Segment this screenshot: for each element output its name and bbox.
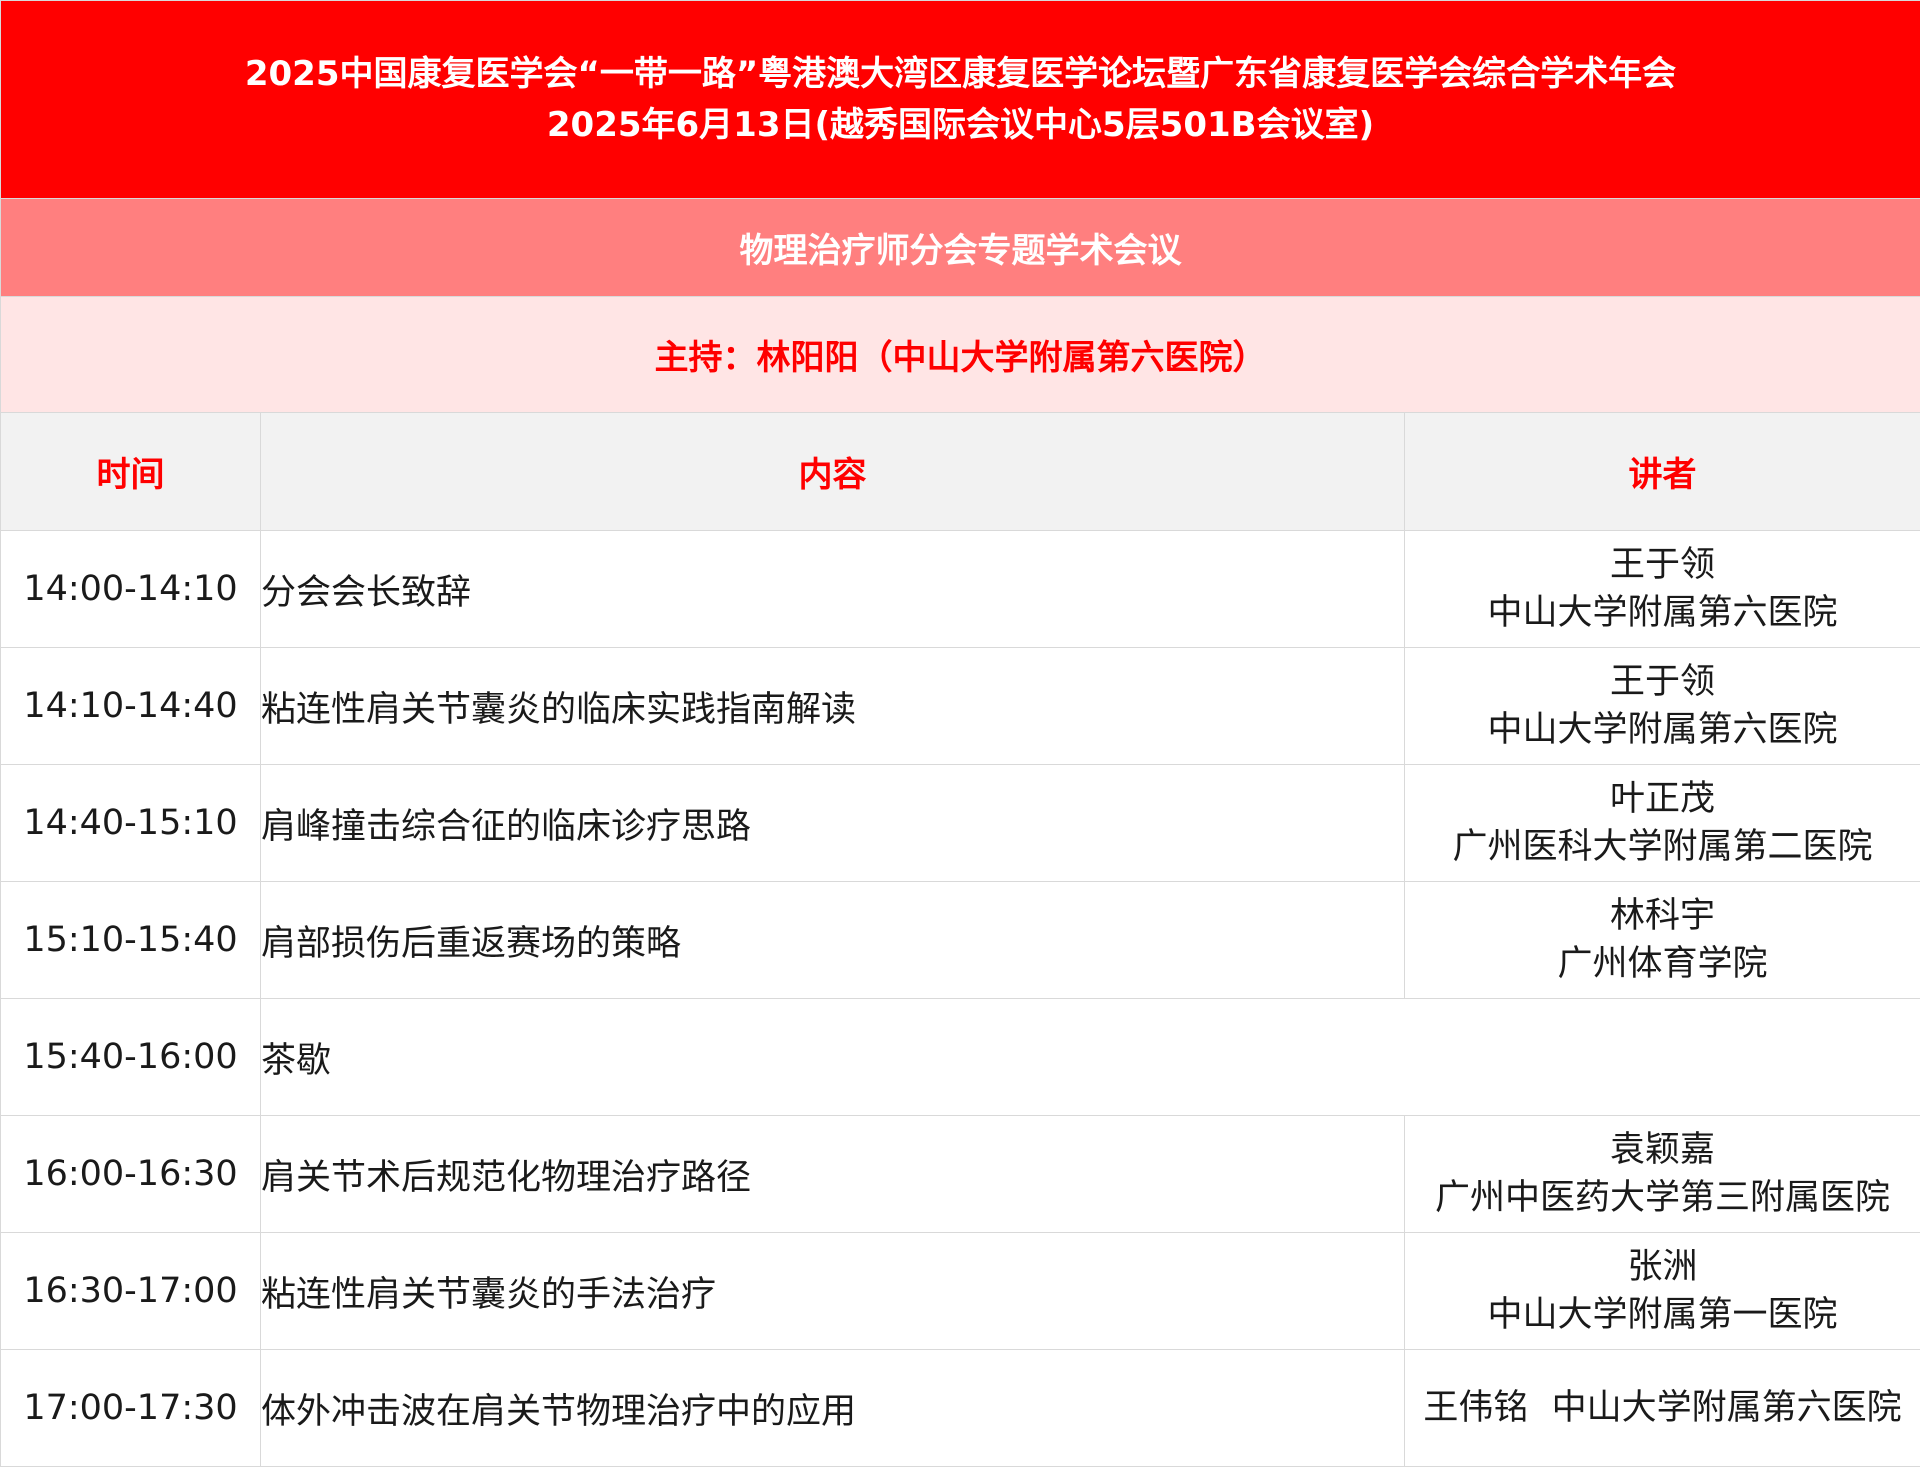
speaker-cell: 王于领 中山大学附属第六医院 [1403, 647, 1920, 765]
title-row: 2025中国康复医学会“一带一路”粤港澳大湾区康复医学论坛暨广东省康复医学会综合… [0, 0, 1920, 199]
time-cell: 16:30-17:00 [0, 1232, 261, 1350]
speaker-organization: 中山大学附属第六医院 [1551, 1388, 1902, 1428]
speaker-name: 王伟铭 [1423, 1388, 1529, 1428]
speaker-organization: 中山大学附属第六医院 [1487, 593, 1838, 633]
topic-cell: 分会会长致辞 [260, 530, 1405, 648]
topic-cell: 肩关节术后规范化物理治疗路径 [260, 1115, 1405, 1233]
table-row: 14:00-14:10 分会会长致辞 王于领 中山大学附属第六医院 [0, 530, 1920, 648]
title-line-1: 2025中国康复医学会“一带一路”粤港澳大湾区康复医学论坛暨广东省康复医学会综合… [244, 53, 1677, 94]
topic-cell: 肩部损伤后重返赛场的策略 [260, 881, 1405, 999]
column-header-speaker: 讲者 [1403, 412, 1920, 531]
column-header-row: 时间 内容 讲者 [0, 412, 1920, 531]
session-row: 物理治疗师分会专题学术会议 [0, 198, 1920, 297]
speaker-organization: 中山大学附属第六医院 [1487, 710, 1838, 750]
time-cell: 14:40-15:10 [0, 764, 261, 882]
speaker-name: 林科宇 [1610, 896, 1716, 936]
speaker-cell: 张洲 中山大学附属第一医院 [1403, 1232, 1920, 1350]
speaker-organization: 广州体育学院 [1557, 944, 1768, 984]
title-line-2: 2025年6月13日(越秀国际会议中心5层501B会议室) [546, 104, 1375, 145]
speaker-cell: 王伟铭 中山大学附属第六医院 [1403, 1349, 1920, 1467]
topic-cell: 粘连性肩关节囊炎的手法治疗 [260, 1232, 1405, 1350]
speaker-name: 袁颖嘉 [1610, 1130, 1716, 1170]
table-row: 15:10-15:40 肩部损伤后重返赛场的策略 林科宇 广州体育学院 [0, 881, 1920, 999]
time-cell: 17:00-17:30 [0, 1349, 261, 1467]
speaker-cell: 林科宇 广州体育学院 [1403, 881, 1920, 999]
agenda-sheet: 2025中国康复医学会“一带一路”粤港澳大湾区康复医学论坛暨广东省康复医学会综合… [0, 0, 1920, 1476]
topic-cell: 肩峰撞击综合征的临床诊疗思路 [260, 764, 1405, 882]
host-row: 主持：林阳阳（中山大学附属第六医院） [0, 296, 1920, 413]
speaker-organization: 广州中医药大学第三附属医院 [1435, 1178, 1891, 1218]
topic-cell: 粘连性肩关节囊炎的临床实践指南解读 [260, 647, 1405, 765]
time-cell: 15:10-15:40 [0, 881, 261, 999]
speaker-name: 王于领 [1610, 545, 1716, 585]
table-row: 14:10-14:40 粘连性肩关节囊炎的临床实践指南解读 王于领 中山大学附属… [0, 647, 1920, 765]
table-row-break: 15:40-16:00 茶歇 [0, 998, 1920, 1116]
speaker-name: 叶正茂 [1610, 779, 1716, 819]
time-cell: 14:00-14:10 [0, 530, 261, 648]
speaker-cell: 王于领 中山大学附属第六医院 [1403, 530, 1920, 648]
time-cell: 16:00-16:30 [0, 1115, 261, 1233]
speaker-cell: 袁颖嘉 广州中医药大学第三附属医院 [1403, 1115, 1920, 1233]
table-row: 16:00-16:30 肩关节术后规范化物理治疗路径 袁颖嘉 广州中医药大学第三… [0, 1115, 1920, 1233]
speaker-name: 张洲 [1627, 1247, 1698, 1287]
table-row: 17:00-17:30 体外冲击波在肩关节物理治疗中的应用 王伟铭 中山大学附属… [0, 1349, 1920, 1467]
session-name: 物理治疗师分会专题学术会议 [0, 198, 1920, 297]
session-host: 主持：林阳阳（中山大学附属第六医院） [0, 296, 1920, 413]
page-title: 2025中国康复医学会“一带一路”粤港澳大湾区康复医学论坛暨广东省康复医学会综合… [0, 0, 1920, 199]
agenda-table: 2025中国康复医学会“一带一路”粤港澳大湾区康复医学论坛暨广东省康复医学会综合… [0, 0, 1920, 1467]
topic-cell: 体外冲击波在肩关节物理治疗中的应用 [260, 1349, 1405, 1467]
column-header-time: 时间 [0, 412, 261, 531]
speaker-organization: 中山大学附属第一医院 [1487, 1295, 1838, 1335]
topic-cell: 茶歇 [259, 998, 1920, 1116]
column-header-topic: 内容 [260, 412, 1405, 531]
table-row: 14:40-15:10 肩峰撞击综合征的临床诊疗思路 叶正茂 广州医科大学附属第… [0, 764, 1920, 882]
table-row: 16:30-17:00 粘连性肩关节囊炎的手法治疗 张洲 中山大学附属第一医院 [0, 1232, 1920, 1350]
speaker-organization: 广州医科大学附属第二医院 [1452, 827, 1873, 867]
time-cell: 14:10-14:40 [0, 647, 261, 765]
speaker-cell: 叶正茂 广州医科大学附属第二医院 [1403, 764, 1920, 882]
time-cell: 15:40-16:00 [0, 998, 261, 1116]
speaker-name: 王于领 [1610, 662, 1716, 702]
